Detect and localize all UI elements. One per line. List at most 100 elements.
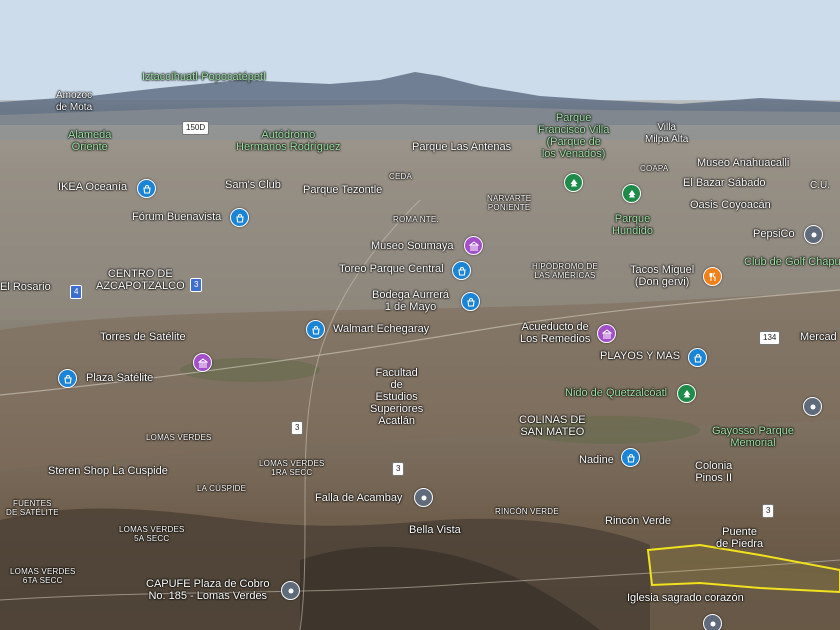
label-fuentes-satelite[interactable]: FUENTES DE SATÉLITE — [6, 499, 59, 517]
falla-pin[interactable] — [414, 488, 433, 507]
iglesia-pin[interactable] — [703, 614, 722, 630]
label-puente-de-piedra[interactable]: Puente de Piedra — [716, 526, 763, 550]
place-icon — [288, 588, 293, 593]
label-forum-buenavista[interactable]: Fórum Buenavista — [132, 211, 221, 223]
highlighted-area-outline[interactable] — [646, 543, 840, 594]
label-oasis-coyoacan[interactable]: Oasis Coyoacán — [690, 199, 771, 211]
pepsico-pin[interactable] — [804, 225, 823, 244]
parque-francisco-villa-pin[interactable] — [564, 173, 583, 192]
gayosso-pin[interactable] — [803, 397, 822, 416]
label-parque-francisco-villa[interactable]: Parque Francisco Villa (Parque de los Ve… — [538, 112, 609, 160]
label-parque-las-antenas[interactable]: Parque Las Antenas — [412, 141, 511, 153]
label-colinas-san-mateo[interactable]: COLINAS DE SAN MATEO — [519, 414, 586, 438]
playos-pin[interactable] — [688, 348, 707, 367]
park-icon — [683, 389, 690, 399]
capufe-pin[interactable] — [281, 581, 300, 600]
label-lomas-verdes-6ta[interactable]: LOMAS VERDES 6TA SECC — [10, 567, 76, 585]
bodega-aurrera-pin[interactable] — [461, 292, 480, 311]
label-playos-y-mas[interactable]: PLAYOS Y MAS — [600, 350, 680, 362]
label-alameda-oriente[interactable]: Alameda Oriente — [68, 129, 111, 153]
label-amozoc[interactable]: Amozoc de Mota — [56, 90, 92, 114]
place-icon — [810, 404, 815, 409]
museo-soumaya-pin[interactable] — [464, 236, 483, 255]
label-pepsico[interactable]: PepsiCo — [753, 228, 795, 240]
torres-satelite-pin[interactable] — [193, 353, 212, 372]
parque-hundido-pin[interactable] — [622, 184, 641, 203]
label-steren-shop[interactable]: Steren Shop La Cuspide — [48, 465, 168, 477]
label-hipodromo[interactable]: HIPÓDROMO DE LAS AMÉRICAS — [532, 262, 598, 280]
label-ceda[interactable]: CEDA — [389, 172, 412, 181]
ikea-pin[interactable] — [137, 179, 156, 198]
shopping-icon — [311, 325, 320, 335]
route-shield-150d: 150D — [182, 121, 210, 135]
toreo-pin[interactable] — [452, 261, 471, 280]
nadine-pin[interactable] — [621, 448, 640, 467]
route-shield-3-north: 3 — [190, 278, 203, 292]
label-tacos-miguel[interactable]: Tacos Miguel (Don gervi) — [630, 264, 694, 288]
label-bodega-aurrera[interactable]: Bodega Aurrerá 1 de Mayo — [372, 289, 449, 313]
label-villa-milpa-alta[interactable]: Villa Milpa Alta — [645, 122, 688, 146]
place-icon — [710, 621, 715, 626]
food-icon — [709, 272, 715, 281]
route-shield-3-east: 3 — [762, 504, 775, 518]
label-la-cuspide[interactable]: LA CÚSPIDE — [197, 484, 246, 493]
tacos-miguel-pin[interactable] — [703, 267, 722, 286]
place-icon — [811, 232, 816, 237]
shopping-icon — [235, 213, 244, 223]
label-narvarte[interactable]: NARVARTE PONIENTE — [487, 194, 531, 212]
museum-icon — [601, 328, 612, 338]
shopping-icon — [142, 184, 151, 194]
label-iglesia[interactable]: Iglesia sagrado corazón — [627, 592, 744, 604]
label-plaza-satelite[interactable]: Plaza Satélite — [86, 372, 153, 384]
park-icon — [570, 178, 577, 188]
label-capufe[interactable]: CAPUFE Plaza de Cobro No. 185 - Lomas Ve… — [146, 578, 270, 602]
nido-pin[interactable] — [677, 384, 696, 403]
museum-icon — [197, 357, 208, 367]
label-museo-soumaya[interactable]: Museo Soumaya — [371, 240, 454, 252]
acueducto-pin[interactable] — [597, 324, 616, 343]
label-sams-club[interactable]: Sam's Club — [225, 179, 281, 191]
label-nido-quetzalcoatl[interactable]: Nido de Quetzalcóatl — [565, 387, 667, 399]
label-club-golf[interactable]: Club de Golf Chapul — [744, 256, 840, 268]
shopping-icon — [466, 297, 475, 307]
label-gayosso[interactable]: Gayosso Parque Memorial — [712, 425, 794, 449]
label-lomas-verdes-1ra[interactable]: LOMAS VERDES 1RA SECC — [259, 459, 325, 477]
label-parque-hundido[interactable]: Parque Hundido — [612, 213, 653, 237]
label-parque-tezontle[interactable]: Parque Tezontle — [303, 184, 382, 196]
park-icon — [628, 189, 635, 199]
route-shield-3-south: 3 — [392, 462, 405, 476]
shopping-icon — [626, 453, 635, 463]
shopping-icon — [63, 374, 72, 384]
label-facultad-acatlan[interactable]: Facultad de Estudios Superiores Acatlán — [370, 367, 423, 427]
label-falla-acambay[interactable]: Falla de Acambay — [315, 492, 402, 504]
label-lomas-verdes-5a[interactable]: LOMAS VERDES 5A SECC — [119, 525, 185, 543]
label-bazar-sabado[interactable]: El Bazar Sábado — [683, 177, 766, 189]
label-walmart[interactable]: Walmart Echegaray — [333, 323, 429, 335]
label-museo-anahuacalli[interactable]: Museo Anahuacalli — [697, 157, 789, 169]
label-nadine[interactable]: Nadine — [579, 454, 614, 466]
label-centro-azcapotzalco[interactable]: CENTRO DE AZCAPOTZALCO — [96, 268, 185, 292]
label-colonia-pinos[interactable]: Colonia Pinos II — [695, 460, 732, 484]
label-cu[interactable]: C.U. — [810, 180, 830, 192]
label-rincon-verde[interactable]: Rincón Verde — [605, 515, 671, 527]
plaza-satelite-pin[interactable] — [58, 369, 77, 388]
label-el-rosario[interactable]: El Rosario — [0, 281, 51, 293]
label-roma-norte[interactable]: ROMA NTE. — [393, 215, 439, 224]
label-torres-satelite[interactable]: Torres de Satélite — [100, 331, 186, 343]
forum-buenavista-pin[interactable] — [230, 208, 249, 227]
label-bella-vista[interactable]: Bella Vista — [409, 524, 461, 536]
route-shield-4: 4 — [70, 285, 83, 299]
map-view[interactable]: Iztaccíhuatl-Popocatépetl Amozoc de Mota… — [0, 0, 840, 630]
walmart-pin[interactable] — [306, 320, 325, 339]
label-toreo[interactable]: Toreo Parque Central — [339, 263, 444, 275]
label-ikea[interactable]: IKEA Oceanía — [58, 181, 127, 193]
label-lomas-verdes[interactable]: LOMAS VERDES — [146, 433, 212, 442]
label-mercado[interactable]: Mercad — [800, 331, 837, 343]
label-iztaccihuatl[interactable]: Iztaccíhuatl-Popocatépetl — [142, 71, 266, 83]
route-shield-134: 134 — [759, 331, 781, 345]
label-rincon-verde-colonia[interactable]: RINCÓN VERDE — [495, 507, 559, 516]
shopping-icon — [457, 266, 466, 276]
label-coapa[interactable]: COAPA — [640, 164, 668, 173]
label-autodromo[interactable]: Autódromo Hermanos Rodríguez — [236, 129, 341, 153]
label-acueducto[interactable]: Acueducto de Los Remedios — [520, 321, 590, 345]
